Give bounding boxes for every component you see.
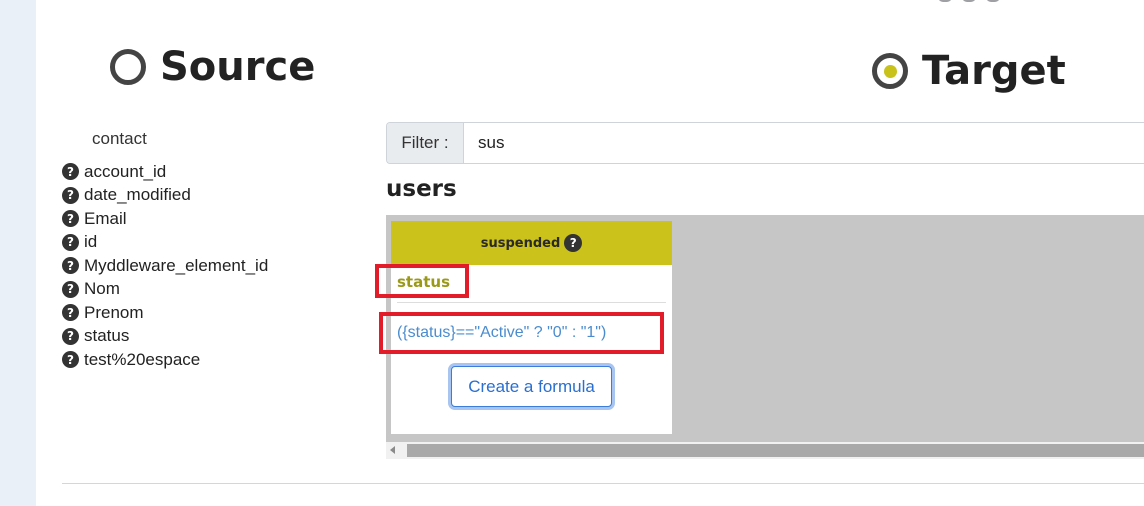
source-object-name: contact bbox=[92, 129, 147, 148]
scroll-left-arrow-icon[interactable] bbox=[390, 446, 395, 454]
create-formula-button[interactable]: Create a formula bbox=[451, 366, 612, 407]
source-radio-icon[interactable] bbox=[110, 49, 146, 85]
help-icon[interactable]: ? bbox=[62, 280, 79, 298]
bottom-divider bbox=[62, 483, 1144, 484]
source-field-item[interactable]: ? date_modified bbox=[62, 184, 268, 208]
source-field-item[interactable]: ? Email bbox=[62, 207, 268, 231]
target-radio-icon[interactable] bbox=[872, 53, 908, 89]
source-field-label: id bbox=[84, 232, 98, 252]
source-field-label: Myddleware_element_id bbox=[84, 255, 269, 275]
source-field-item[interactable]: ? id bbox=[62, 231, 268, 255]
source-field-item[interactable]: ? Prenom bbox=[62, 301, 268, 325]
help-icon[interactable]: ? bbox=[62, 351, 79, 369]
mapped-source-field[interactable]: status bbox=[397, 273, 450, 291]
filter-input[interactable] bbox=[464, 123, 1144, 163]
source-field-label: account_id bbox=[84, 161, 167, 181]
help-icon[interactable]: ? bbox=[62, 304, 79, 322]
source-field-item[interactable]: ? status bbox=[62, 325, 268, 349]
target-title: Target bbox=[922, 48, 1066, 94]
source-field-item[interactable]: ? Nom bbox=[62, 278, 268, 302]
help-icon[interactable]: ? bbox=[62, 186, 79, 204]
formula-text: ({status}=="Active" ? "0" : "1") bbox=[397, 324, 607, 341]
logo-fragment-shape bbox=[986, 0, 1000, 2]
source-field-label: status bbox=[84, 326, 130, 346]
help-icon[interactable]: ? bbox=[62, 233, 79, 251]
target-heading: Target bbox=[872, 48, 1066, 94]
target-field-name: suspended bbox=[480, 235, 561, 251]
cropped-logo-fragment bbox=[938, 0, 1000, 4]
help-icon[interactable]: ? bbox=[62, 257, 79, 275]
source-field-item[interactable]: ? account_id bbox=[62, 160, 268, 184]
mapping-page: Source Target contact ? account_id ? date_… bbox=[0, 0, 1144, 506]
source-field-list: ? account_id ? date_modified ? Email ? id ? M… bbox=[62, 160, 268, 372]
source-heading: Source bbox=[110, 44, 315, 90]
filter-label: Filter : bbox=[387, 123, 464, 163]
source-title: Source bbox=[160, 44, 316, 90]
target-filter-group: Filter : bbox=[386, 122, 1144, 164]
source-field-label: Prenom bbox=[84, 302, 144, 322]
scrollbar-thumb[interactable] bbox=[407, 444, 1144, 457]
radio-selected-dot-icon bbox=[883, 64, 897, 78]
help-icon[interactable]: ? bbox=[62, 210, 79, 228]
card-divider bbox=[397, 302, 666, 303]
source-field-label: test%20espace bbox=[84, 349, 201, 369]
source-field-item[interactable]: ? test%20espace bbox=[62, 348, 268, 372]
source-field-label: Email bbox=[84, 208, 127, 228]
help-icon[interactable]: ? bbox=[62, 163, 79, 181]
source-field-label: Nom bbox=[84, 279, 120, 299]
source-field-label: date_modified bbox=[84, 185, 191, 205]
logo-fragment-shape bbox=[962, 0, 976, 2]
help-icon[interactable]: ? bbox=[62, 327, 79, 345]
left-sidebar-strip bbox=[0, 0, 36, 506]
help-icon[interactable]: ? bbox=[564, 234, 583, 252]
logo-fragment-shape bbox=[938, 0, 952, 2]
target-field-card[interactable]: suspended ? status ({status}=="Active" ?… bbox=[391, 221, 672, 434]
target-module-title: users bbox=[386, 176, 457, 202]
horizontal-scrollbar[interactable] bbox=[386, 442, 1144, 459]
source-field-item[interactable]: ? Myddleware_element_id bbox=[62, 254, 268, 278]
target-field-header: suspended ? bbox=[391, 221, 672, 265]
